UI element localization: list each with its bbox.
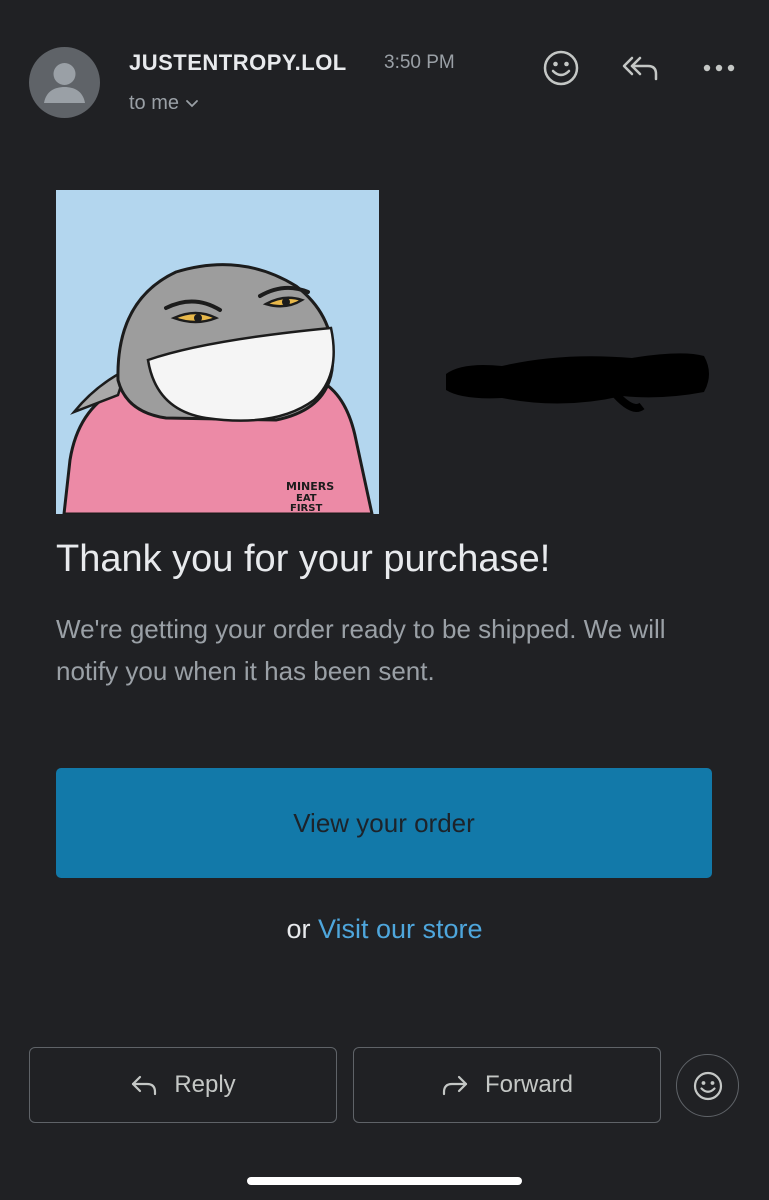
chevron-down-icon	[186, 99, 198, 107]
shirt-text-line1: MINERS	[286, 480, 334, 493]
or-text: or	[286, 914, 311, 944]
add-emoji-icon	[543, 50, 579, 86]
reply-label: Reply	[174, 1071, 236, 1098]
shark-character-illustration: MINERS EAT FIRST	[56, 190, 379, 514]
recipient-toggle[interactable]: to me	[129, 92, 199, 115]
forward-button[interactable]: Forward	[353, 1047, 661, 1123]
sender-name: JUSTENTROPY.LOL	[129, 50, 347, 75]
emoji-reaction-button[interactable]	[676, 1054, 739, 1117]
add-reaction-button[interactable]	[541, 48, 581, 88]
forward-label: Forward	[484, 1071, 574, 1098]
shirt-text-line3: FIRST	[290, 503, 322, 514]
more-options-icon	[703, 64, 735, 72]
redacted-text	[442, 344, 714, 414]
message-body: We're getting your order ready to be shi…	[56, 614, 666, 686]
visit-store-link[interactable]: Visit our store	[318, 914, 483, 944]
reply-button[interactable]: Reply	[29, 1047, 337, 1123]
reply-icon	[132, 1075, 157, 1096]
forward-icon	[442, 1075, 468, 1096]
home-indicator[interactable]	[247, 1177, 522, 1185]
email-time: 3:50 PM	[384, 52, 455, 73]
emoji-icon	[693, 1071, 722, 1100]
recipient-label: to me	[129, 92, 180, 114]
reply-all-icon	[622, 56, 658, 81]
reply-all-button[interactable]	[620, 48, 660, 88]
store-link-line: or Visit our store	[0, 914, 769, 945]
product-image: MINERS EAT FIRST	[56, 190, 379, 514]
view-order-button[interactable]: View your order	[56, 768, 712, 878]
message-title: Thank you for your purchase!	[56, 538, 551, 580]
more-options-button[interactable]	[699, 48, 739, 88]
sender-avatar[interactable]	[29, 47, 100, 118]
person-icon	[44, 63, 85, 103]
